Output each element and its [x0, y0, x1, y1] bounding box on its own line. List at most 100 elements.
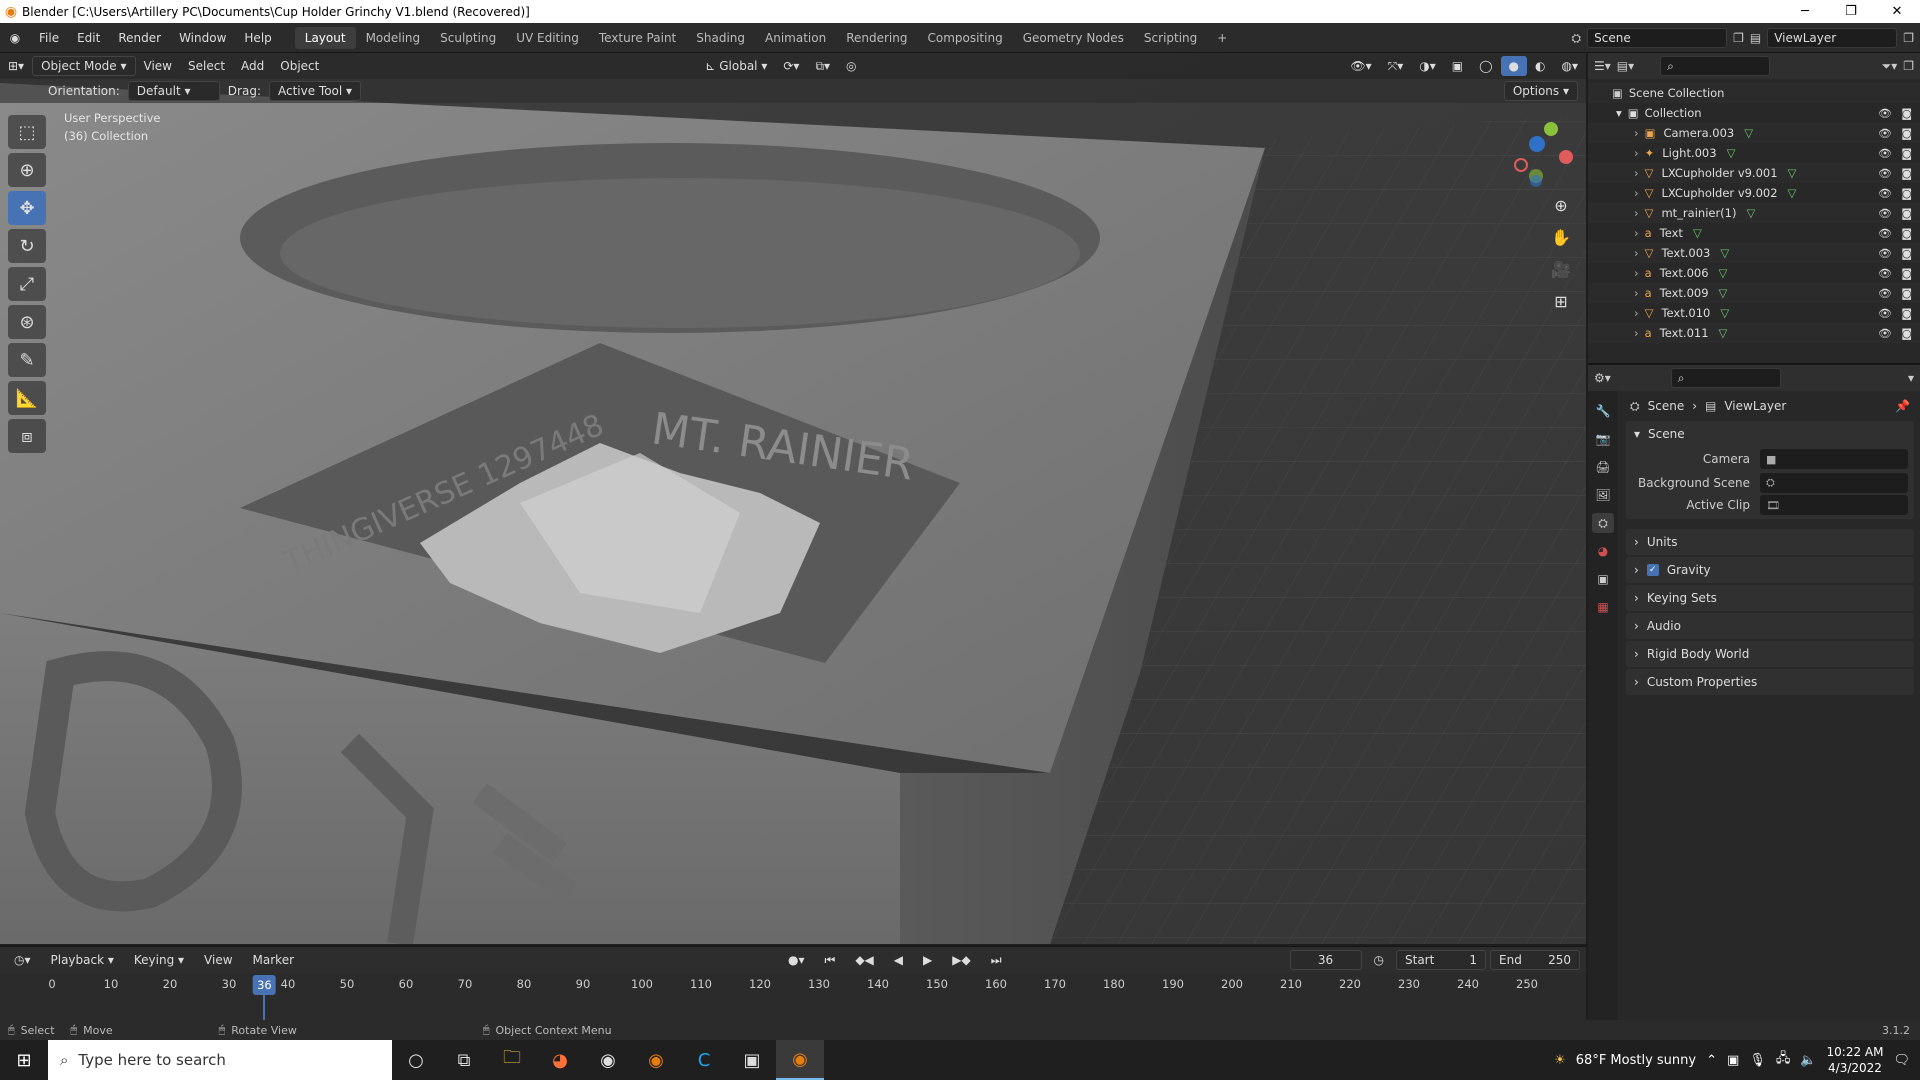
- timeline-editor-icon[interactable]: ◷▾: [6, 950, 39, 970]
- outliner-editor-icon[interactable]: ☰▾: [1594, 59, 1611, 73]
- visibility-eye-icon[interactable]: 👁: [1878, 267, 1892, 280]
- outliner-item[interactable]: › a Text.011 ▽ 👁 ◙: [1588, 323, 1920, 343]
- transform-tool-icon[interactable]: ⊛: [8, 305, 46, 339]
- move-tool-icon[interactable]: ✥: [8, 191, 46, 225]
- minimize-button[interactable]: ─: [1782, 0, 1828, 23]
- render-camera-icon[interactable]: ◙: [1901, 167, 1912, 180]
- play-icon[interactable]: ▶: [915, 950, 940, 970]
- outliner-item[interactable]: › ▽ Text.003 ▽ 👁 ◙: [1588, 243, 1920, 263]
- expand-chevron-icon[interactable]: ›: [1634, 166, 1639, 180]
- menu-edit[interactable]: Edit: [68, 31, 109, 45]
- timeline-menu-view[interactable]: View: [196, 950, 240, 970]
- render-camera-icon[interactable]: ◙: [1901, 147, 1912, 160]
- weather-label[interactable]: 68°F Mostly sunny: [1576, 1053, 1696, 1068]
- restore-button[interactable]: ❐: [1828, 0, 1874, 23]
- properties-options-icon[interactable]: ▾: [1908, 371, 1914, 385]
- render-camera-icon[interactable]: ◙: [1901, 107, 1912, 120]
- scene-field[interactable]: Scene: [1587, 28, 1728, 48]
- tool-tab-icon[interactable]: 🔧: [1592, 401, 1614, 421]
- menu-window[interactable]: Window: [170, 31, 235, 45]
- outliner-item[interactable]: › ▽ Text.010 ▽ 👁 ◙: [1588, 303, 1920, 323]
- pin-icon[interactable]: 📌: [1895, 399, 1910, 413]
- windows-start-icon[interactable]: ⊞: [0, 1040, 48, 1080]
- expand-chevron-icon[interactable]: ›: [1634, 286, 1639, 300]
- custom-properties-panel[interactable]: › Custom Properties: [1626, 669, 1914, 695]
- visibility-eye-icon[interactable]: 👁: [1878, 167, 1892, 180]
- visibility-eye-icon[interactable]: 👁: [1878, 187, 1892, 200]
- rotate-tool-icon[interactable]: ↻: [8, 229, 46, 263]
- menu-render[interactable]: Render: [109, 31, 170, 45]
- microphone-icon[interactable]: 🎙: [1749, 1053, 1766, 1068]
- task-view-icon[interactable]: ⧉: [440, 1040, 488, 1080]
- cortana-icon[interactable]: ○: [392, 1040, 440, 1080]
- expand-chevron-icon[interactable]: ›: [1634, 266, 1639, 280]
- visibility-eye-icon[interactable]: 👁: [1878, 327, 1892, 340]
- start-frame-field[interactable]: Start 1: [1396, 950, 1486, 970]
- expand-chevron-icon[interactable]: ›: [1634, 146, 1639, 160]
- outliner-item[interactable]: › a Text ▽ 👁 ◙: [1588, 223, 1920, 243]
- tab-sculpting[interactable]: Sculpting: [430, 27, 506, 49]
- tab-modeling[interactable]: Modeling: [356, 27, 431, 49]
- visibility-eye-icon[interactable]: 👁: [1878, 147, 1892, 160]
- current-frame-marker[interactable]: 36: [253, 975, 276, 995]
- tab-uv-editing[interactable]: UV Editing: [506, 27, 589, 49]
- properties-search-input[interactable]: ⌕: [1670, 368, 1781, 388]
- taskbar-clock[interactable]: 10:22 AM 4/3/2022: [1827, 1044, 1884, 1076]
- expand-chevron-icon[interactable]: ›: [1634, 206, 1639, 220]
- timeline-menu-keying[interactable]: Keying ▾: [126, 950, 192, 970]
- play-reverse-icon[interactable]: ◀: [886, 950, 911, 970]
- tab-geometry-nodes[interactable]: Geometry Nodes: [1013, 27, 1134, 49]
- display-mode-icon[interactable]: ▤▾: [1617, 59, 1634, 73]
- end-frame-field[interactable]: End 250: [1490, 950, 1580, 970]
- visibility-eye-icon[interactable]: 👁: [1878, 307, 1892, 320]
- taskbar-search-input[interactable]: ⌕ Type here to search: [48, 1040, 392, 1080]
- scene-panel-header[interactable]: ▾ Scene: [1626, 421, 1914, 447]
- render-camera-icon[interactable]: ◙: [1901, 287, 1912, 300]
- visibility-eye-icon[interactable]: 👁: [1878, 107, 1892, 120]
- camera-view-icon[interactable]: 🎥: [1546, 257, 1576, 281]
- viewport-menu-view[interactable]: View: [136, 56, 180, 76]
- tab-animation[interactable]: Animation: [755, 27, 836, 49]
- outliner-item[interactable]: › ▣ Camera.003 ▽ 👁 ◙: [1588, 123, 1920, 143]
- render-camera-icon[interactable]: ◙: [1901, 127, 1912, 140]
- menu-help[interactable]: Help: [235, 31, 280, 45]
- outliner-item[interactable]: › ✦ Light.003 ▽ 👁 ◙: [1588, 143, 1920, 163]
- shading-solid-icon[interactable]: ●: [1500, 56, 1528, 76]
- record-icon[interactable]: ●▾: [780, 950, 813, 970]
- visibility-eye-icon[interactable]: 👁: [1878, 127, 1892, 140]
- tray-chevron-up-icon[interactable]: ⌃: [1706, 1053, 1717, 1068]
- pan-hand-icon[interactable]: ✋: [1546, 225, 1576, 249]
- outliner-search-input[interactable]: ⌕: [1660, 56, 1771, 76]
- active-clip-field[interactable]: 🎞: [1760, 495, 1908, 515]
- viewport-menu-select[interactable]: Select: [180, 56, 233, 76]
- tab-compositing[interactable]: Compositing: [917, 27, 1012, 49]
- render-camera-icon[interactable]: ◙: [1901, 187, 1912, 200]
- orientation-dropdown[interactable]: Default ▾: [127, 81, 220, 101]
- notification-icon[interactable]: 🗨: [1893, 1053, 1910, 1068]
- expand-chevron-icon[interactable]: ›: [1634, 306, 1639, 320]
- rigid-body-world-panel[interactable]: › Rigid Body World: [1626, 641, 1914, 667]
- jump-keyframe-forward-icon[interactable]: ▶◆: [944, 950, 978, 970]
- keying-sets-panel[interactable]: › Keying Sets: [1626, 585, 1914, 611]
- world-tab-icon[interactable]: ◕: [1592, 541, 1614, 561]
- render-camera-icon[interactable]: ◙: [1901, 207, 1912, 220]
- add-cube-tool-icon[interactable]: ⧈: [8, 419, 46, 453]
- cursor-tool-icon[interactable]: ⊕: [8, 153, 46, 187]
- proportional-edit-icon[interactable]: ◎: [838, 56, 864, 76]
- expand-chevron-icon[interactable]: ›: [1634, 126, 1639, 140]
- outliner-item[interactable]: › ▽ mt_rainier(1) ▽ 👁 ◙: [1588, 203, 1920, 223]
- obs-icon[interactable]: ◉: [584, 1040, 632, 1080]
- ortho-grid-icon[interactable]: ⊞: [1546, 289, 1576, 313]
- visibility-eye-icon[interactable]: 👁: [1878, 227, 1892, 240]
- view-layer-tab-icon[interactable]: 🖼: [1592, 485, 1614, 505]
- outliner-item[interactable]: › ▽ LXCupholder v9.001 ▽ 👁 ◙: [1588, 163, 1920, 183]
- firefox-icon[interactable]: ◕: [536, 1040, 584, 1080]
- outliner-item[interactable]: › a Text.009 ▽ 👁 ◙: [1588, 283, 1920, 303]
- cura-icon[interactable]: C: [680, 1040, 728, 1080]
- overlay-icon[interactable]: ◑▾: [1411, 56, 1444, 76]
- gravity-panel[interactable]: › ✓ Gravity: [1626, 557, 1914, 583]
- expand-chevron-icon[interactable]: ›: [1634, 326, 1639, 340]
- frame-ruler[interactable]: 0 10 20 30 40 50 60 70 80 90 100 110 120 130 140 150 160…: [0, 975, 1586, 1035]
- xray-icon[interactable]: ▣: [1444, 56, 1471, 76]
- units-panel[interactable]: › Units: [1626, 529, 1914, 555]
